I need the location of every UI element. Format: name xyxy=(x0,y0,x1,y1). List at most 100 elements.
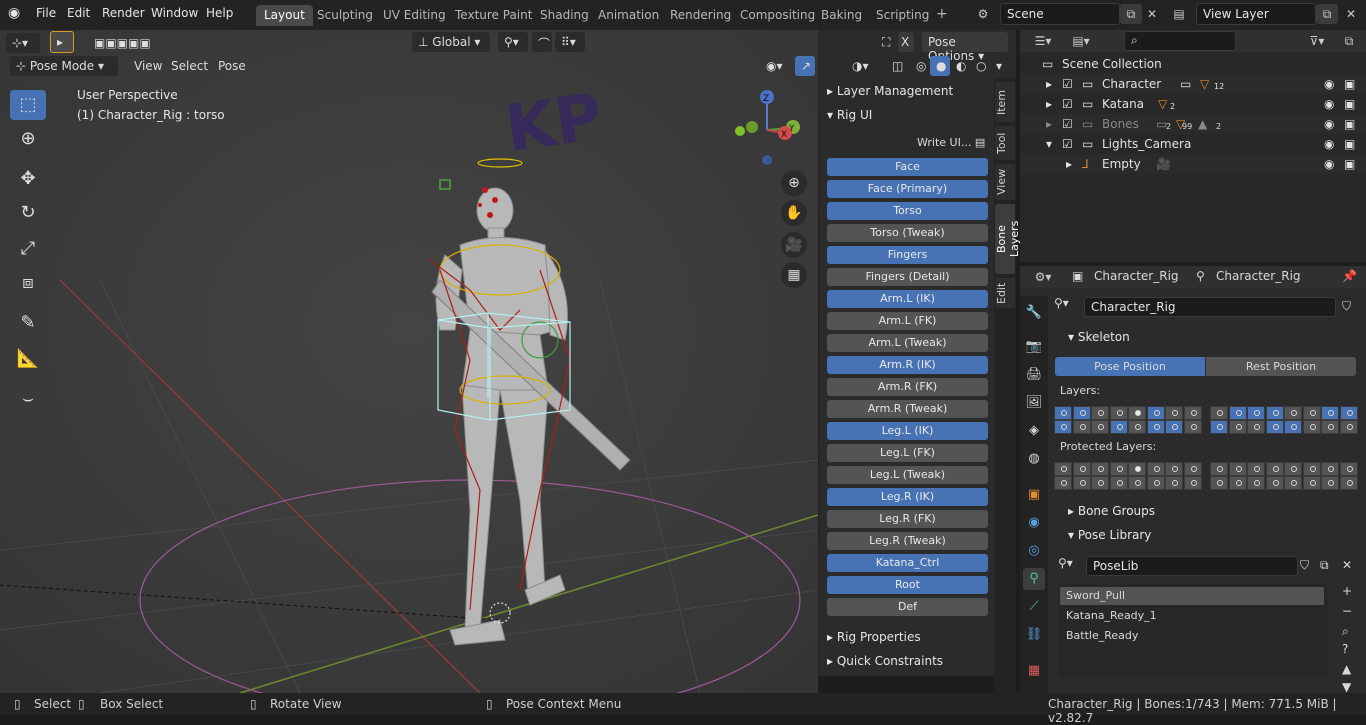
menu-view[interactable]: View xyxy=(128,56,168,76)
render-tab-icon[interactable]: 📷 xyxy=(1023,336,1045,358)
close-scene-icon[interactable]: ✕ xyxy=(1141,4,1163,24)
tab-view[interactable]: View xyxy=(995,164,1015,200)
visibility-eye-icon[interactable]: ◉ xyxy=(1324,117,1334,131)
rig-layer-button[interactable]: Face xyxy=(827,158,988,176)
layer-toggle[interactable] xyxy=(1265,462,1284,476)
tweak-tool-icon[interactable]: ⬚ xyxy=(10,90,46,120)
render-camera-icon[interactable]: ▣ xyxy=(1344,77,1355,91)
expand-arrow-icon[interactable]: ▸ xyxy=(1046,117,1052,131)
rig-layer-button[interactable]: Fingers (Detail) xyxy=(827,268,988,286)
tool-tab-icon[interactable]: 🔧 xyxy=(1023,302,1045,324)
pan-hand-icon[interactable]: ✋ xyxy=(781,200,807,226)
rig-layer-button[interactable]: Leg.L (IK) xyxy=(827,422,988,440)
render-camera-icon[interactable]: ▣ xyxy=(1344,97,1355,111)
rig-layer-button[interactable]: Leg.R (FK) xyxy=(827,510,988,528)
rig-layer-button[interactable]: Arm.R (Tweak) xyxy=(827,400,988,418)
display-mode-icon[interactable]: ▤▾ xyxy=(1066,31,1096,51)
layer-toggle[interactable] xyxy=(1128,476,1146,490)
tab-edit[interactable]: Edit xyxy=(995,278,1015,308)
tab-shading[interactable]: Shading xyxy=(532,5,597,26)
layer-toggle[interactable] xyxy=(1339,476,1358,490)
layer-toggle[interactable] xyxy=(1284,462,1302,476)
annotate-tool-icon[interactable]: ✎ xyxy=(10,308,46,338)
layer-toggle[interactable] xyxy=(1109,406,1128,420)
layer-toggle[interactable] xyxy=(1165,462,1183,476)
zoom-icon[interactable]: ⊕ xyxy=(781,170,807,196)
overlay-icon[interactable]: ◑▾ xyxy=(846,56,876,76)
poselib-browse-icon[interactable]: ⚲▾ xyxy=(1058,556,1088,576)
layer-toggle[interactable] xyxy=(1265,406,1284,420)
gizmo-toggle-icon[interactable]: ↗ xyxy=(795,56,815,76)
rig-layer-button[interactable]: Torso (Tweak) xyxy=(827,224,988,242)
snap-options-icon[interactable]: ⠿▾ xyxy=(555,32,585,52)
rig-layer-button[interactable]: Leg.L (Tweak) xyxy=(827,466,988,484)
ortho-grid-icon[interactable]: ▦ xyxy=(781,262,807,288)
pivot-point-icon[interactable]: ⚲▾ xyxy=(498,32,528,52)
layer-toggle[interactable] xyxy=(1165,406,1183,420)
layer-toggle[interactable] xyxy=(1146,462,1165,476)
layer-toggle[interactable] xyxy=(1247,462,1265,476)
outliner-row-character[interactable]: ▸ ☑ ▭ Character ▭ ▽ 12 ◉ ▣ xyxy=(1020,74,1366,94)
menu-edit[interactable]: Edit xyxy=(67,6,90,20)
bone-groups-panel[interactable]: ▸ Bone Groups xyxy=(1068,504,1155,518)
layer-toggle[interactable] xyxy=(1128,462,1146,476)
outliner-editor-icon[interactable]: ☰▾ xyxy=(1028,31,1058,51)
layer-toggle[interactable] xyxy=(1210,420,1228,434)
visibility-eye-icon[interactable]: ◉ xyxy=(1324,137,1334,151)
render-camera-icon[interactable]: ▣ xyxy=(1344,117,1355,131)
fake-user-shield-icon[interactable]: ⛉ xyxy=(1300,558,1309,573)
layer-toggle[interactable] xyxy=(1284,476,1302,490)
checkbox-icon[interactable]: ☑ xyxy=(1062,77,1073,91)
visibility-eye-icon[interactable]: ◉ xyxy=(1324,77,1334,91)
move-tool-icon[interactable]: ✥ xyxy=(10,164,46,194)
xray-toggle-icon[interactable]: ⛶ xyxy=(876,32,896,52)
texture-tab-icon[interactable]: ▦ xyxy=(1023,660,1045,682)
mode-select[interactable]: ⊹ Pose Mode ▾ xyxy=(10,56,118,76)
outliner-row-bones[interactable]: ▸ ☑ ▭ Bones ▭ 2 ▽ 99 ▲ 2 ◉ ▣ xyxy=(1020,114,1366,134)
wireframe-shading-icon[interactable]: ◎ xyxy=(910,56,930,76)
add-workspace-button[interactable]: + xyxy=(928,5,956,26)
x-close-button[interactable]: X xyxy=(898,32,914,52)
transform-tool-icon[interactable]: ⧈ xyxy=(10,268,46,298)
select-tool-icon[interactable]: ▸ xyxy=(50,31,74,53)
apply-pose-icon[interactable]: ⌕ xyxy=(1342,624,1349,639)
filter-icon[interactable]: ⊽▾ xyxy=(1302,31,1332,51)
pose-position-button[interactable]: Pose Position xyxy=(1055,357,1205,376)
pose-options-button[interactable]: Pose Options ▾ xyxy=(922,32,1008,63)
expand-arrow-icon[interactable]: ▸ xyxy=(1046,77,1052,91)
measure-tool-icon[interactable]: 📐 xyxy=(10,344,46,374)
skeleton-panel[interactable]: ▾ Skeleton xyxy=(1068,330,1130,344)
camera-view-icon[interactable]: 🎥 xyxy=(781,232,807,258)
menu-file[interactable]: File xyxy=(36,6,56,20)
close-view-layer-icon[interactable]: ✕ xyxy=(1340,4,1362,24)
tab-texture-paint[interactable]: Texture Paint xyxy=(447,5,540,26)
layer-toggle[interactable] xyxy=(1339,462,1358,476)
layer-toggle[interactable] xyxy=(1339,406,1358,420)
new-collection-icon[interactable]: ⧉ xyxy=(1338,31,1360,51)
pose-item-battle-ready[interactable]: Battle_Ready xyxy=(1060,627,1324,645)
pose-library-panel[interactable]: ▾ Pose Library xyxy=(1068,528,1151,542)
layer-toggle[interactable] xyxy=(1228,462,1247,476)
layer-toggle[interactable] xyxy=(1210,476,1228,490)
cursor-tool-icon[interactable]: ⊕ xyxy=(10,124,46,154)
editor-type-button[interactable]: ⊹▾ xyxy=(6,33,40,53)
data-browse-icon[interactable]: ⚲▾ xyxy=(1054,296,1084,316)
modifiers-tab-icon[interactable]: ◉ xyxy=(1023,512,1045,534)
rig-layer-button[interactable]: Arm.L (FK) xyxy=(827,312,988,330)
layer-toggle[interactable] xyxy=(1091,476,1109,490)
rig-layer-button[interactable]: Torso xyxy=(827,202,988,220)
tab-baking[interactable]: Baking xyxy=(813,5,870,26)
layer-toggle[interactable] xyxy=(1091,420,1109,434)
layer-toggle[interactable] xyxy=(1228,476,1247,490)
layer-toggle[interactable] xyxy=(1321,406,1339,420)
rig-layer-button[interactable]: Def xyxy=(827,598,988,616)
output-tab-icon[interactable]: 🖨 xyxy=(1023,364,1045,386)
layer-toggle[interactable] xyxy=(1072,406,1091,420)
move-down-icon[interactable]: ▼ xyxy=(1342,680,1351,694)
layer-toggle[interactable] xyxy=(1302,406,1321,420)
tab-layout[interactable]: Layout xyxy=(256,5,313,26)
select-mode-icons[interactable]: ▣▣▣▣▣ xyxy=(88,33,184,53)
pose-item-sword-pull[interactable]: Sword_Pull xyxy=(1060,587,1324,605)
sanitize-pose-icon[interactable]: ? xyxy=(1342,642,1348,656)
layer-toggle[interactable] xyxy=(1054,406,1072,420)
